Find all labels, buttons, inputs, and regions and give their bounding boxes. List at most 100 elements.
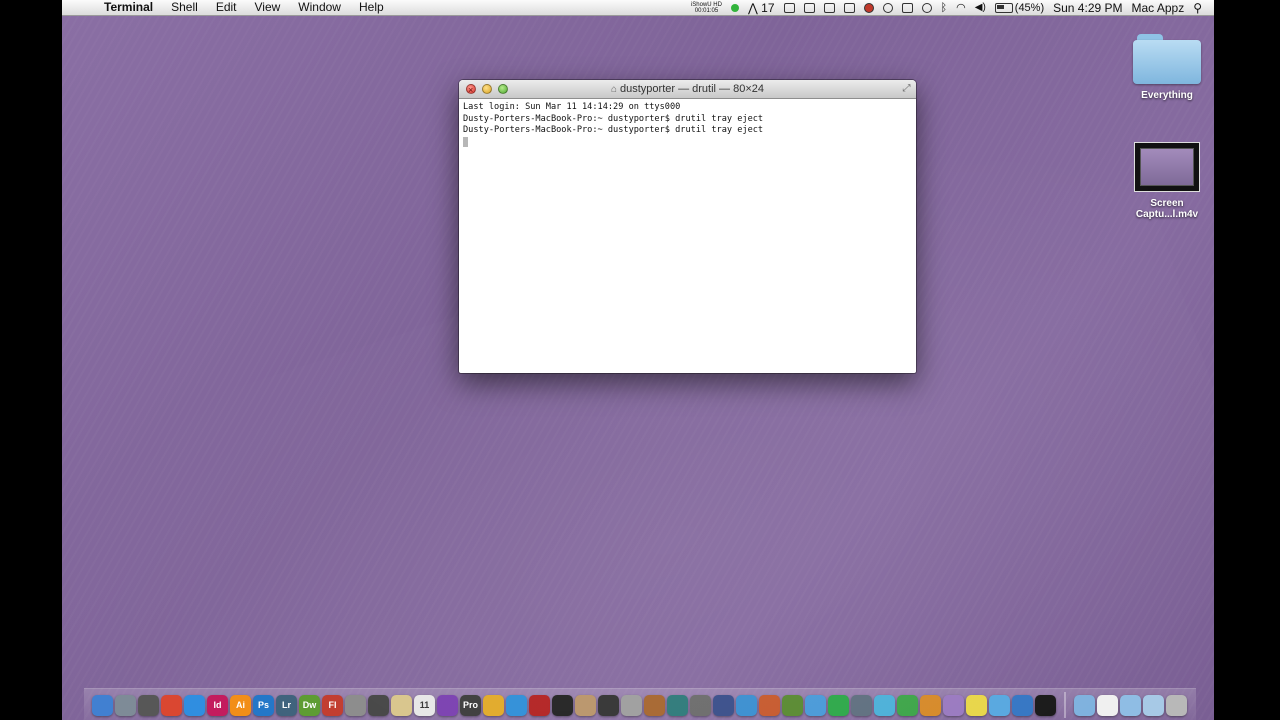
dock-book-app-icon[interactable] bbox=[529, 694, 550, 716]
user-menu[interactable]: Mac Appz bbox=[1132, 1, 1185, 15]
menu-help[interactable]: Help bbox=[359, 0, 384, 15]
dock-preview-icon[interactable] bbox=[575, 694, 596, 716]
clock[interactable]: Sun 4:29 PM bbox=[1053, 1, 1122, 15]
dock-quill-icon[interactable] bbox=[713, 694, 734, 716]
battery-percent: (45%) bbox=[1014, 1, 1045, 14]
copy-icon[interactable] bbox=[803, 2, 815, 13]
terminal-window[interactable]: ⌂dustyporter — drutil — 80×24 ⤢ Last log… bbox=[459, 80, 916, 373]
file-label-line2: Captu...l.m4v bbox=[1135, 209, 1199, 220]
dock-xcode-tools-icon[interactable] bbox=[621, 694, 642, 716]
console-line: Dusty-Porters-MacBook-Pro:~ dustyporter$… bbox=[463, 125, 764, 136]
dock-headphones-icon[interactable] bbox=[483, 694, 504, 716]
dock-purple-app-icon[interactable] bbox=[437, 694, 458, 716]
window-title: dustyporter — drutil — 80×24 bbox=[620, 83, 765, 95]
console-prompt-line bbox=[463, 136, 912, 150]
update-icon[interactable] bbox=[882, 2, 893, 13]
dock-safari-icon[interactable] bbox=[115, 694, 136, 716]
dock-photoshop-icon[interactable]: Ps bbox=[253, 694, 274, 716]
dock-final-cut-pro-icon[interactable]: Pro bbox=[460, 694, 481, 716]
dock-colorful-app-icon[interactable] bbox=[828, 694, 849, 716]
dock-flash-icon[interactable]: Fl bbox=[322, 694, 343, 716]
time-machine-icon[interactable] bbox=[921, 2, 932, 13]
menu-view[interactable]: View bbox=[255, 0, 281, 15]
desktop: Terminal Shell Edit View Window Help iSh… bbox=[62, 0, 1214, 720]
adobe-updates-count: 17 bbox=[761, 0, 775, 15]
text-cursor bbox=[463, 136, 468, 147]
adobe-updater-status[interactable]: ⋀ 17 bbox=[748, 1, 775, 15]
dock-itunes-icon[interactable] bbox=[506, 694, 527, 716]
dock-applications-folder-icon[interactable] bbox=[1074, 694, 1095, 716]
file-label-line1: Screen bbox=[1150, 198, 1184, 209]
fullscreen-icon[interactable]: ⤢ bbox=[901, 83, 912, 94]
dock-messages-icon[interactable] bbox=[989, 694, 1010, 716]
spotlight-icon[interactable]: ⚲ bbox=[1193, 1, 1202, 15]
movie-file-icon bbox=[1134, 142, 1200, 192]
dock-time-machine-icon[interactable] bbox=[667, 694, 688, 716]
dock-chrome-icon[interactable] bbox=[161, 694, 182, 716]
wifi-icon[interactable]: ◠ bbox=[956, 1, 966, 14]
recording-status-icon[interactable] bbox=[730, 3, 739, 12]
ishowu-status[interactable]: iShowU HD 00:01:05 bbox=[691, 2, 722, 14]
dock-downloads-folder-icon[interactable] bbox=[1120, 694, 1141, 716]
console-line: Last login: Sun Mar 11 14:14:29 on ttys0… bbox=[463, 102, 681, 112]
dock-indesign-icon[interactable]: Id bbox=[207, 694, 228, 716]
dock-leaf-app-icon[interactable] bbox=[897, 694, 918, 716]
menu-edit[interactable]: Edit bbox=[216, 0, 237, 15]
menu-shell[interactable]: Shell bbox=[171, 0, 198, 15]
dock-clapper-icon[interactable] bbox=[598, 694, 619, 716]
mail-icon[interactable] bbox=[843, 2, 855, 13]
zoom-button[interactable] bbox=[498, 84, 508, 94]
dock-terminal-icon[interactable] bbox=[1035, 694, 1056, 716]
dock-chart-app-icon[interactable] bbox=[736, 694, 757, 716]
record-icon[interactable] bbox=[863, 2, 874, 13]
dock-bird-app-icon[interactable] bbox=[874, 694, 895, 716]
dock-lightroom-icon[interactable]: Lr bbox=[276, 694, 297, 716]
menu-app-terminal[interactable]: Terminal bbox=[104, 0, 153, 15]
adobe-icon: ⋀ bbox=[747, 0, 758, 15]
sync-icon[interactable] bbox=[823, 2, 835, 13]
desktop-file-screen-capture[interactable]: Screen Captu...l.m4v bbox=[1122, 142, 1212, 220]
dock-finder-icon[interactable] bbox=[92, 694, 113, 716]
menu-window[interactable]: Window bbox=[298, 0, 341, 15]
dock-automator-icon[interactable] bbox=[345, 694, 366, 716]
bluetooth-icon[interactable]: ᛒ bbox=[941, 2, 948, 14]
dock-stickies-icon[interactable] bbox=[966, 694, 987, 716]
dock-desktop-folder-icon[interactable] bbox=[1143, 694, 1164, 716]
dock-network-app-icon[interactable] bbox=[851, 694, 872, 716]
dock-dvd-player-icon[interactable] bbox=[552, 694, 573, 716]
dock-illustrator-icon[interactable]: Ai bbox=[230, 694, 251, 716]
dock: Id Ai Ps Lr Dw Fl 11 Pro bbox=[84, 688, 1196, 720]
dock-crystal-icon[interactable] bbox=[943, 694, 964, 716]
dock-app-hat-icon[interactable] bbox=[368, 694, 389, 716]
dock-documents-stack-icon[interactable] bbox=[1097, 694, 1118, 716]
minimize-button[interactable] bbox=[482, 84, 492, 94]
dock-dreamweaver-icon[interactable]: Dw bbox=[299, 694, 320, 716]
battery-icon bbox=[994, 2, 1013, 13]
volume-icon[interactable]: ◀) bbox=[975, 2, 986, 13]
dock-photo-app-icon[interactable] bbox=[138, 694, 159, 716]
console-line: Dusty-Porters-MacBook-Pro:~ dustyporter$… bbox=[463, 113, 764, 124]
window-titlebar[interactable]: ⌂dustyporter — drutil — 80×24 ⤢ bbox=[459, 80, 916, 99]
dock-notes-icon[interactable] bbox=[391, 694, 412, 716]
dock-presentation-icon[interactable] bbox=[759, 694, 780, 716]
menu-bar: Terminal Shell Edit View Window Help iSh… bbox=[62, 0, 1214, 16]
monitor-icon[interactable] bbox=[901, 2, 913, 13]
dock-utility-icon[interactable] bbox=[690, 694, 711, 716]
folder-label: Everything bbox=[1141, 90, 1193, 101]
close-button[interactable] bbox=[466, 81, 476, 99]
dock-trash-icon[interactable] bbox=[1166, 694, 1187, 716]
terminal-console[interactable]: Last login: Sun Mar 11 14:14:29 on ttys0… bbox=[459, 99, 916, 152]
battery-status[interactable]: (45%) bbox=[994, 1, 1045, 14]
desktop-folder-everything[interactable]: Everything bbox=[1122, 34, 1212, 101]
dock-ical-icon[interactable]: 11 bbox=[414, 694, 435, 716]
dock-magnifier-icon[interactable] bbox=[1012, 694, 1033, 716]
display-icon[interactable] bbox=[783, 2, 795, 13]
ishowu-timer: 00:01:05 bbox=[694, 7, 719, 14]
home-icon: ⌂ bbox=[610, 84, 618, 95]
dock-fish-app-icon[interactable] bbox=[920, 694, 941, 716]
dock-disk-app-icon[interactable] bbox=[805, 694, 826, 716]
dock-guitar-icon[interactable] bbox=[644, 694, 665, 716]
dock-cube-icon[interactable] bbox=[782, 694, 803, 716]
dock-safari-compass-icon[interactable] bbox=[184, 694, 205, 716]
folder-icon bbox=[1133, 34, 1201, 84]
